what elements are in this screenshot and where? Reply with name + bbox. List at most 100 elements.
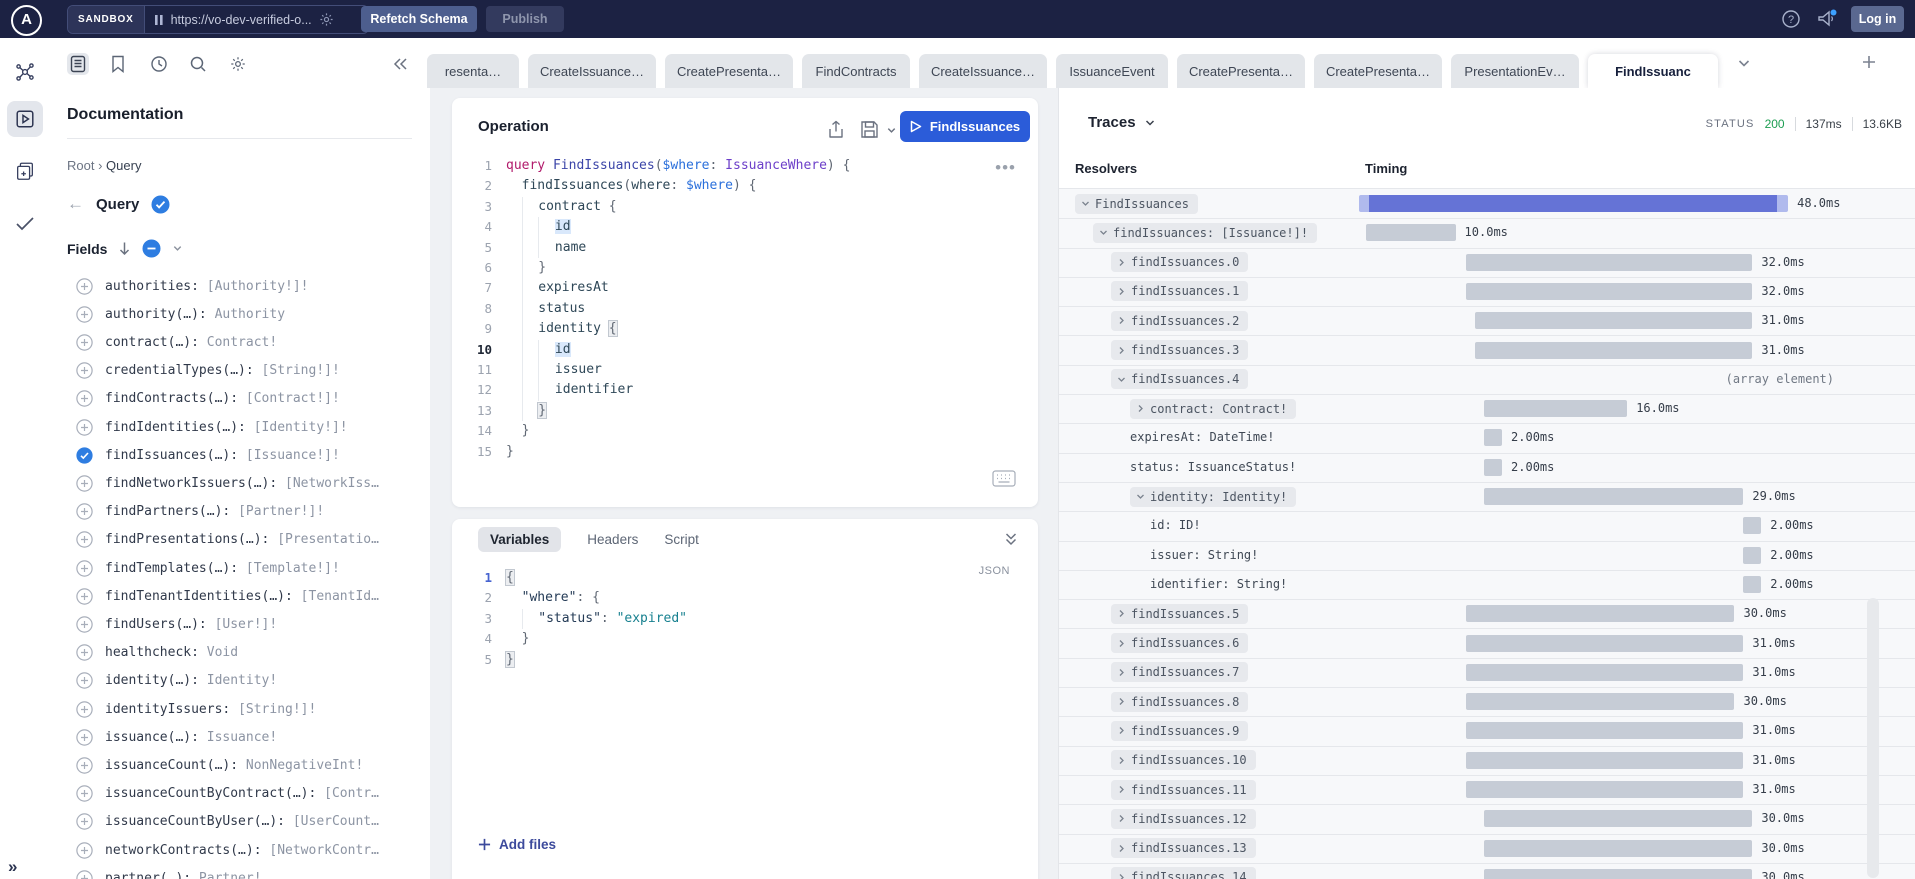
resolver-pill[interactable]: findIssuances.11 (1111, 780, 1256, 800)
search-icon[interactable] (187, 53, 209, 75)
field-row[interactable]: findPartners(…): [Partner!]! (49, 498, 430, 526)
resolver-pill[interactable]: findIssuances.12 (1111, 809, 1256, 829)
tab-list-chevron-down-icon[interactable] (1737, 56, 1751, 70)
field-signature[interactable]: findNetworkIssuers(…): [NetworkIss… (105, 476, 430, 491)
field-signature[interactable]: authorities: [Authority!]! (105, 279, 430, 294)
field-signature[interactable]: findTemplates(…): [Template!]! (105, 561, 430, 576)
variables-panel-tab[interactable]: Variables (478, 527, 561, 552)
field-signature[interactable]: findContracts(…): [Contract!]! (105, 391, 430, 406)
add-field-plus-icon[interactable] (76, 813, 93, 830)
resolver-pill[interactable]: identity: Identity! (1130, 487, 1296, 507)
resolver-pill[interactable]: findIssuances.1 (1111, 281, 1248, 301)
run-operation-button[interactable]: FindIssuances (900, 111, 1030, 142)
add-field-plus-icon[interactable] (76, 278, 93, 295)
save-icon[interactable] (860, 120, 879, 139)
operation-tab[interactable]: FindIssuanc (1588, 54, 1718, 88)
trace-row[interactable]: findIssuances.830.0ms (1059, 687, 1915, 717)
add-field-plus-icon[interactable] (76, 870, 93, 879)
expand-panel-chevrons-icon[interactable]: » (8, 857, 17, 877)
trace-row[interactable]: FindIssuances48.0ms (1059, 189, 1915, 219)
help-icon[interactable]: ? (1781, 9, 1801, 29)
resolver-pill[interactable]: findIssuances.9 (1111, 721, 1248, 741)
trace-row[interactable]: findIssuances.132.0ms (1059, 277, 1915, 307)
field-row[interactable]: healthcheck: Void (49, 639, 430, 667)
code-line[interactable]: 6 } (452, 258, 1038, 278)
add-files-button[interactable]: Add files (478, 837, 556, 852)
add-field-plus-icon[interactable] (76, 334, 93, 351)
resolver-pill[interactable]: findIssuances.6 (1111, 633, 1248, 653)
trace-row[interactable]: findIssuances.1230.0ms (1059, 804, 1915, 834)
trace-row[interactable]: findIssuances.1131.0ms (1059, 775, 1915, 805)
announcements-megaphone-icon[interactable] (1816, 9, 1836, 29)
field-row[interactable]: contract(…): Contract! (49, 328, 430, 356)
code-line[interactable]: 8 status (452, 299, 1038, 319)
trace-row[interactable]: status: IssuanceStatus!2.00ms (1059, 453, 1915, 483)
add-field-plus-icon[interactable] (76, 588, 93, 605)
pause-icon[interactable] (154, 14, 164, 26)
checks-icon[interactable] (7, 205, 43, 241)
field-row[interactable]: identity(…): Identity! (49, 667, 430, 695)
graphql-editor[interactable]: 1query FindIssuances($where: IssuanceWhe… (452, 156, 1038, 462)
add-field-plus-icon[interactable] (76, 362, 93, 379)
changelog-diff-icon[interactable] (7, 153, 43, 189)
field-signature[interactable]: identityIssuers: [String!]! (105, 702, 430, 717)
code-line[interactable]: 13 } (452, 401, 1038, 421)
field-row[interactable]: findNetworkIssuers(…): [NetworkIss… (49, 469, 430, 497)
field-row[interactable]: credentialTypes(…): [String!]! (49, 357, 430, 385)
field-row[interactable]: issuanceCountByContract(…): [Contr… (49, 780, 430, 808)
resolver-pill[interactable]: contract: Contract! (1130, 399, 1296, 419)
operation-tab[interactable]: CreatePresenta… (665, 54, 793, 88)
code-line[interactable]: 10 id (452, 340, 1038, 360)
code-line[interactable]: 3 "status": "expired" (452, 609, 1038, 629)
add-field-plus-icon[interactable] (76, 729, 93, 746)
breadcrumb-root[interactable]: Root (67, 158, 94, 173)
login-button[interactable]: Log in (1851, 6, 1904, 32)
field-signature[interactable]: credentialTypes(…): [String!]! (105, 363, 430, 378)
trace-row[interactable]: expiresAt: DateTime!2.00ms (1059, 423, 1915, 453)
back-arrow-icon[interactable]: ← (67, 194, 84, 214)
trace-row[interactable]: findIssuances.931.0ms (1059, 716, 1915, 746)
field-signature[interactable]: issuance(…): Issuance! (105, 730, 430, 745)
endpoint-url-input[interactable]: https://vo-dev-verified-o... (145, 6, 368, 33)
add-field-plus-icon[interactable] (76, 306, 93, 323)
resolver-pill[interactable]: findIssuances.4 (1111, 369, 1248, 389)
saved-operations-bookmark-icon[interactable] (107, 53, 129, 75)
field-signature[interactable]: partner(…): Partner! (105, 871, 430, 879)
trace-row[interactable]: findIssuances: [Issuance!]!10.0ms (1059, 218, 1915, 248)
variables-panel-tab[interactable]: Headers (587, 532, 638, 547)
trace-row[interactable]: findIssuances.631.0ms (1059, 629, 1915, 659)
field-row[interactable]: findTenantIdentities(…): [TenantId… (49, 582, 430, 610)
trace-row[interactable]: findIssuances.1031.0ms (1059, 746, 1915, 776)
field-row[interactable]: findTemplates(…): [Template!]! (49, 554, 430, 582)
add-field-plus-icon[interactable] (76, 644, 93, 661)
code-line[interactable]: 11 issuer (452, 360, 1038, 380)
fields-menu-chevron-icon[interactable] (172, 243, 183, 254)
resolver-pill[interactable]: findIssuances.13 (1111, 838, 1256, 858)
field-row[interactable]: issuanceCount(…): NonNegativeInt! (49, 751, 430, 779)
field-signature[interactable]: findUsers(…): [User!]! (105, 617, 430, 632)
field-signature[interactable]: findIdentities(…): [Identity!]! (105, 420, 430, 435)
trace-row[interactable]: findIssuances.1430.0ms (1059, 863, 1915, 879)
trace-row[interactable]: findIssuances.530.0ms (1059, 599, 1915, 629)
documentation-panel-icon[interactable] (67, 53, 89, 75)
trace-row[interactable]: findIssuances.331.0ms (1059, 336, 1915, 366)
field-signature[interactable]: networkContracts(…): [NetworkContr… (105, 843, 430, 858)
code-line[interactable]: 9 identity { (452, 319, 1038, 339)
operation-tab[interactable]: CreatePresenta… (1177, 54, 1305, 88)
field-row[interactable]: issuance(…): Issuance! (49, 723, 430, 751)
trace-row[interactable]: findIssuances.731.0ms (1059, 658, 1915, 688)
field-row[interactable]: findIssuances(…): [Issuance!]! (49, 441, 430, 469)
resolver-pill[interactable]: FindIssuances (1075, 194, 1198, 214)
trace-row[interactable]: identifier: String!2.00ms (1059, 570, 1915, 600)
field-signature[interactable]: issuanceCount(…): NonNegativeInt! (105, 758, 430, 773)
type-selected-check-icon[interactable] (151, 195, 170, 214)
add-field-plus-icon[interactable] (76, 503, 93, 520)
trace-row[interactable]: id: ID!2.00ms (1059, 511, 1915, 541)
field-row[interactable]: authority(…): Authority (49, 300, 430, 328)
field-signature[interactable]: findPresentations(…): [Presentatio… (105, 532, 430, 547)
resolver-pill[interactable]: findIssuances.2 (1111, 311, 1248, 331)
code-line[interactable]: 4 } (452, 629, 1038, 649)
field-signature[interactable]: authority(…): Authority (105, 307, 430, 322)
add-field-plus-icon[interactable] (76, 842, 93, 859)
code-line[interactable]: 4 id (452, 217, 1038, 237)
